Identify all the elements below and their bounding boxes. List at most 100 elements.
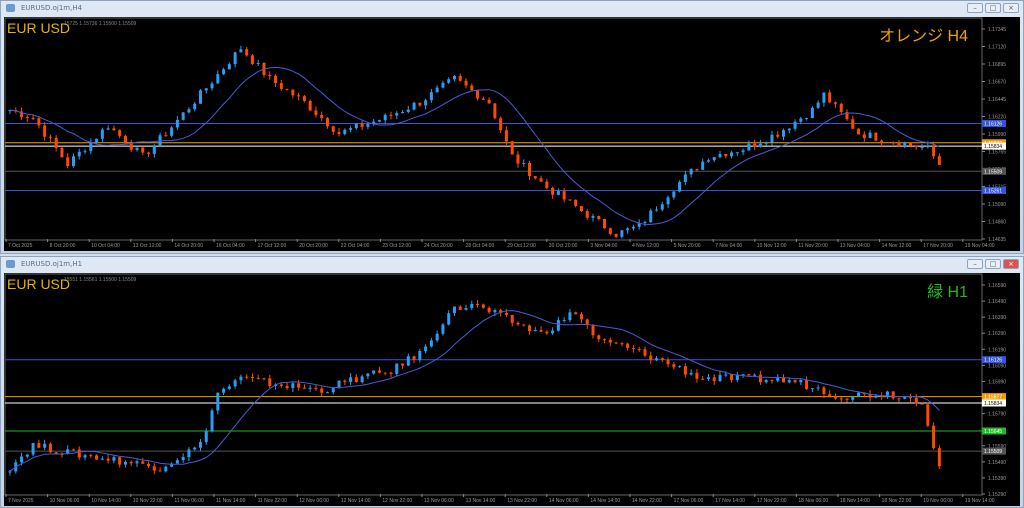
candle-body	[354, 123, 358, 129]
candle-body	[481, 304, 485, 308]
candle-body	[198, 442, 202, 448]
candle-body	[95, 138, 99, 143]
candle-body	[712, 377, 716, 382]
candle-body	[158, 470, 162, 472]
candle-body	[730, 374, 734, 381]
time-tick-label: 14 Oct 20:00	[174, 243, 203, 249]
candle-body	[614, 234, 618, 237]
candle-body	[89, 142, 93, 152]
candle-body	[903, 142, 907, 147]
candle-body	[851, 119, 855, 129]
candle-body	[452, 75, 456, 80]
candle-body	[493, 103, 497, 119]
minimize-button[interactable]: –	[967, 3, 983, 13]
close-button[interactable]: ×	[1003, 3, 1019, 13]
candle-body	[516, 322, 520, 325]
candle-body	[591, 216, 595, 218]
candle-body	[683, 366, 687, 375]
candle-body	[424, 346, 428, 352]
title-bar[interactable]: EURUSD.oj1m,H1 – □ ×	[1, 257, 1023, 272]
candle-body	[787, 128, 791, 131]
candle-body	[655, 358, 659, 361]
candle-body	[262, 378, 266, 380]
candle-body	[712, 157, 716, 161]
candle-body	[926, 145, 930, 148]
time-tick-label: 23 Oct 12:00	[382, 243, 411, 249]
candle-body	[816, 387, 820, 389]
candle-body	[522, 324, 526, 326]
candle-body	[660, 358, 664, 360]
price-tick-label: 1.15790	[988, 412, 1006, 418]
candle-body	[568, 312, 572, 320]
candle-body	[799, 379, 803, 383]
candle-body	[689, 169, 693, 175]
candle-body	[250, 377, 254, 379]
title-bar[interactable]: EURUSD.oj1m,H4 – □ ×	[1, 1, 1023, 16]
candle-body	[845, 398, 849, 400]
candle-body	[158, 135, 162, 146]
candle-body	[510, 141, 514, 155]
candle-body	[112, 128, 116, 131]
candle-body	[308, 100, 312, 111]
candle-body	[377, 120, 381, 122]
time-tick-label: 11 Nov 06:00	[174, 498, 204, 504]
timeframe-label: 緑 H1	[927, 284, 968, 301]
candle-body	[31, 443, 35, 455]
candle-body	[770, 134, 774, 143]
candle-body	[343, 129, 347, 134]
candle-body	[493, 310, 497, 313]
time-tick-label: 14 Nov 14:00	[590, 498, 620, 504]
candle-body	[222, 69, 226, 75]
ohlc-readout: 15725 1.15736 1.15500 1.15509	[64, 21, 137, 27]
price-chart-h4[interactable]: 1.17345 1.17120 1.16895 1.16670 1.16445 1.162…	[4, 17, 1020, 251]
maximize-button[interactable]: □	[985, 3, 1001, 13]
close-button[interactable]: ×	[1003, 259, 1019, 269]
candle-body	[141, 461, 145, 464]
time-tick-label: 11 Nov 22:00	[258, 498, 288, 504]
time-tick-label: 8 Oct 20:00	[50, 243, 76, 249]
time-tick-label: 14 Nov 12:00	[882, 243, 912, 249]
price-level-tag-label: 1.15834	[984, 144, 1002, 150]
candle-body	[591, 325, 595, 336]
candle-body	[487, 307, 491, 313]
candle-body	[926, 404, 930, 426]
candle-body	[764, 380, 768, 383]
candle-body	[20, 456, 24, 463]
candle-body	[320, 114, 324, 119]
candle-body	[441, 82, 445, 88]
time-tick-label: 13 Nov 14:00	[466, 498, 496, 504]
candle-body	[839, 398, 843, 400]
candle-body	[279, 384, 283, 386]
candle-body	[141, 147, 145, 153]
candle-body	[406, 356, 410, 366]
time-tick-label: 12 Nov 14:00	[341, 498, 371, 504]
candle-body	[360, 376, 364, 382]
price-tick-label: 1.17120	[988, 45, 1006, 51]
candle-body	[585, 210, 589, 218]
candle-body	[83, 455, 87, 458]
candle-body	[308, 387, 312, 389]
symbol-label: EUR USD	[7, 276, 71, 292]
candle-body	[314, 110, 318, 115]
candle-body	[741, 150, 745, 153]
candle-body	[268, 74, 272, 76]
time-tick-label: 18 Nov 14:00	[840, 498, 870, 504]
candle-body	[429, 92, 433, 101]
candle-body	[631, 226, 635, 229]
candle-body	[239, 49, 243, 53]
candle-body	[401, 363, 405, 366]
candle-body	[678, 366, 682, 368]
price-level-tag-label: 1.15509	[984, 169, 1002, 175]
candle-body	[649, 210, 653, 223]
candle-body	[25, 117, 29, 119]
maximize-button[interactable]: □	[985, 259, 1001, 269]
candle-body	[297, 383, 301, 388]
price-chart-h1[interactable]: 1.16590 1.16490 1.16390 1.16290 1.16190 1.160…	[4, 273, 1020, 506]
price-tick-label: 1.15990	[988, 132, 1006, 138]
candle-body	[447, 313, 451, 325]
time-tick-label: 18 Nov 06:00	[798, 498, 828, 504]
candle-body	[152, 466, 156, 471]
candle-body	[210, 410, 214, 432]
candle-body	[920, 147, 924, 149]
minimize-button[interactable]: –	[967, 259, 983, 269]
